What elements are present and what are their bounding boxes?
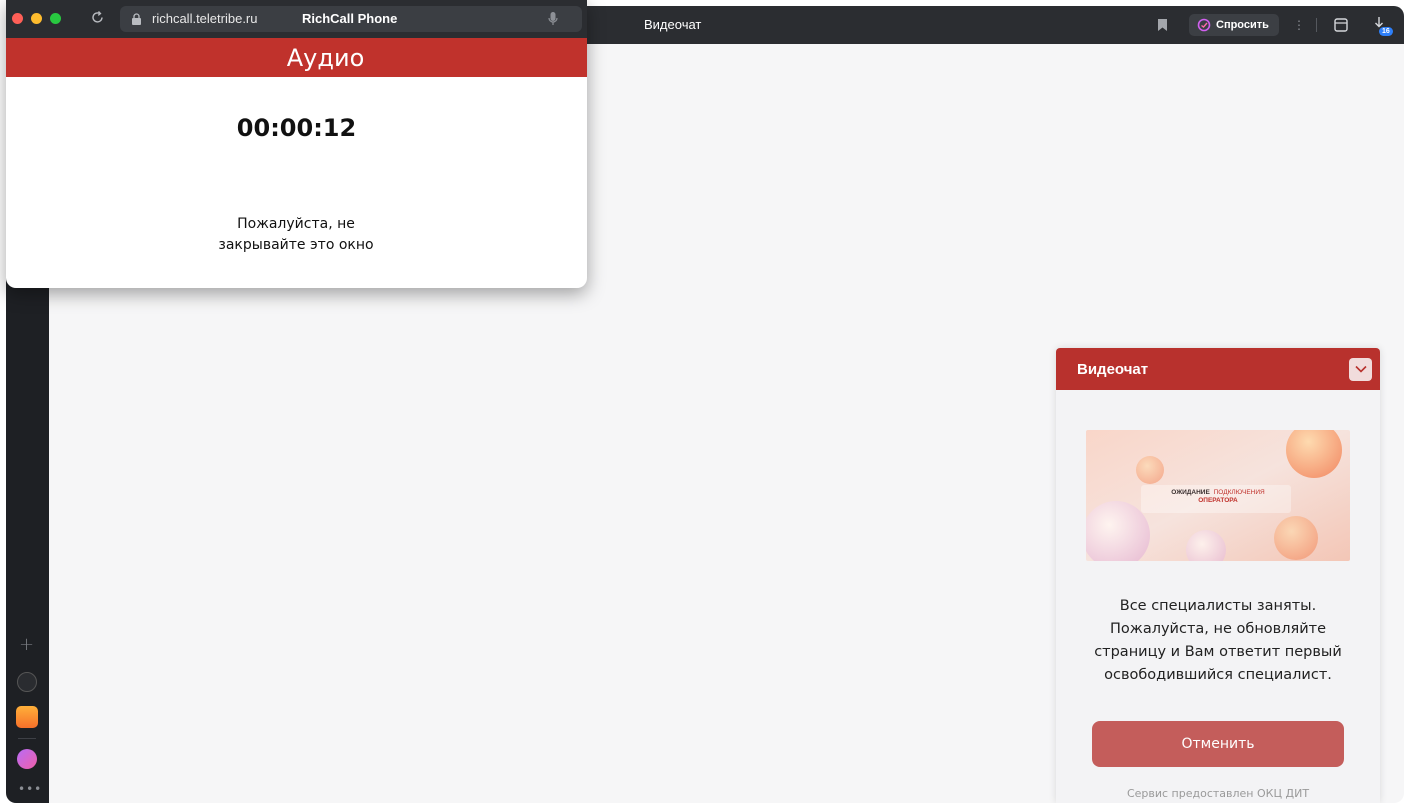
address-bar[interactable]: richcall.teletribe.ru RichCall Phone [120,6,582,32]
banner-text-rest: ПОДКЛЮЧЕНИЯ [1214,489,1265,496]
ask-button-label: Спросить [1216,19,1269,31]
maximize-window-button[interactable] [50,13,61,24]
svg-text:ОЖИДАНИЕ ПОДКЛЮЧЕНИЯ: ОЖИДАНИЕ ПОДКЛЮЧЕНИЯ [1171,489,1265,496]
call-timer: 00:00:12 [236,114,357,142]
add-icon[interactable]: + [19,634,34,655]
chevron-down-icon [1354,365,1367,373]
popup-message-line: Пожалуйста, не [237,216,355,232]
widget-message-line: страницу и Вам ответит первый [1094,644,1342,660]
banner-text-bold: ОЖИДАНИЕ [1171,489,1210,496]
popup-header: Аудио [6,38,587,77]
widget-title: Видеочат [1077,360,1149,378]
alice-icon[interactable] [17,672,37,692]
minimize-window-button[interactable] [31,13,42,24]
popup-message: Пожалуйста, не закрывайте это окно [196,214,396,256]
widget-footer: Сервис предоставлен ОКЦ ДИТ [1126,787,1310,800]
waiting-banner: ОЖИДАНИЕ ПОДКЛЮЧЕНИЯ ОПЕРАТОРА [1086,430,1350,561]
widget-message-line: Пожалуйста, не обновляйте [1109,621,1327,637]
assistant-icon[interactable] [17,749,37,769]
widget-message-line: освободившийся специалист. [1104,667,1332,683]
mail-icon[interactable] [16,706,38,728]
ask-icon [1197,18,1211,32]
page-title: RichCall Phone [302,11,398,26]
sidebar-divider [18,738,36,739]
ask-button[interactable]: Спросить [1189,14,1279,36]
tabs-icon[interactable] [1332,16,1350,34]
sidebar-more-icon[interactable]: ••• [18,782,42,796]
cancel-button[interactable]: Отменить [1092,721,1344,767]
close-window-button[interactable] [12,13,23,24]
videochat-widget: Видеочат ОЖИДАНИЕ ПОДКЛЮЧЕНИЯ ОПЕРАТОРА … [1056,348,1380,803]
url-domain: richcall.teletribe.ru [152,11,258,26]
mic-icon[interactable] [548,12,558,26]
reload-icon[interactable] [90,10,105,25]
widget-header: Видеочат [1056,348,1380,390]
popup-message-line: закрывайте это окно [218,237,374,253]
bookmark-icon[interactable] [1158,19,1167,31]
downloads-badge: 16 [1379,27,1393,36]
banner-text-line2: ОПЕРАТОРА [1198,497,1238,504]
lock-icon [132,13,141,25]
collapse-button[interactable] [1349,357,1372,381]
toolbar-separator [1316,18,1317,32]
widget-message: Все специалисты заняты. Пожалуйста, не о… [1076,595,1360,687]
popup-title-bar: richcall.teletribe.ru RichCall Phone [6,0,587,38]
more-menu-icon[interactable]: ⋮ [1293,18,1305,32]
widget-message-line: Все специалисты заняты. [1119,598,1317,614]
tab-title[interactable]: Видеочат [644,17,701,32]
popup-window: richcall.teletribe.ru RichCall Phone Ауд… [6,0,587,288]
